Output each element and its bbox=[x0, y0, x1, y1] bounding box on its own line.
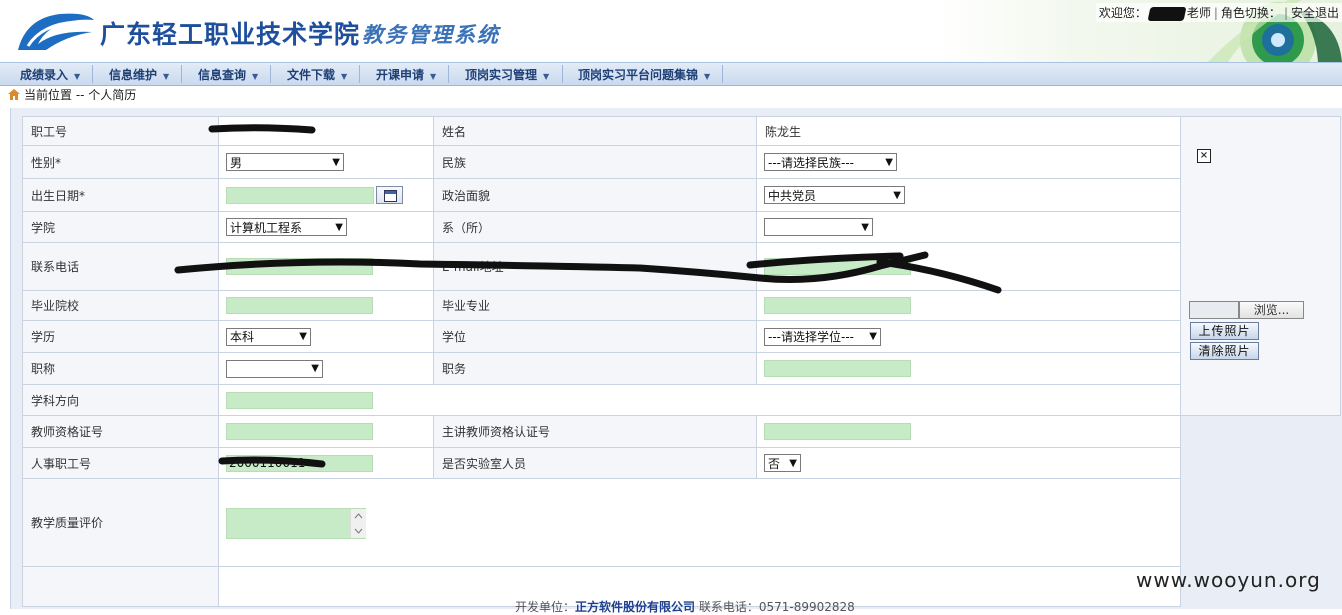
calendar-icon[interactable] bbox=[376, 186, 403, 204]
birth-date-input[interactable] bbox=[226, 186, 374, 204]
nav-item-grade-entry[interactable]: 成绩录入 ▼ bbox=[20, 66, 80, 84]
eval-label: 教学质量评价 bbox=[22, 478, 219, 567]
post-label: 职务 bbox=[433, 352, 757, 385]
subject-input[interactable] bbox=[226, 391, 373, 409]
nav-item-info-query[interactable]: 信息查询 ▼ bbox=[198, 66, 258, 84]
school-logo-icon bbox=[18, 13, 94, 51]
chevron-down-icon: ▼ bbox=[252, 72, 259, 81]
degree-select[interactable]: ---请选择学位--- ▼ bbox=[764, 327, 881, 346]
chevron-down-icon: ▼ bbox=[299, 331, 307, 342]
photo-blank bbox=[1180, 415, 1341, 448]
broken-image-icon: × bbox=[1197, 149, 1211, 163]
chevron-down-icon: ▼ bbox=[543, 72, 550, 81]
chevron-down-icon: ▼ bbox=[861, 221, 869, 233]
chevron-down-icon: ▼ bbox=[341, 72, 348, 81]
watermark: www.wooyun.org bbox=[1136, 568, 1321, 592]
lab-staff-select[interactable]: 否 ▼ bbox=[764, 454, 801, 472]
chevron-down-icon: ▼ bbox=[885, 156, 893, 168]
chevron-down-icon: ▼ bbox=[430, 72, 437, 81]
ethnic-select[interactable]: ---请选择民族--- ▼ bbox=[764, 153, 897, 171]
chevron-down-icon: ▼ bbox=[311, 363, 319, 374]
chevron-down-icon: ▼ bbox=[163, 72, 170, 81]
birth-label: 出生日期* bbox=[22, 178, 219, 212]
subject-label: 学科方向 bbox=[22, 384, 219, 416]
title-select[interactable]: ▼ bbox=[226, 359, 323, 378]
welcome-text: 欢迎您： bbox=[1098, 6, 1147, 20]
nav-item-file-download[interactable]: 文件下载 ▼ bbox=[287, 66, 347, 84]
political-label: 政治面貌 bbox=[433, 178, 757, 212]
lab-staff-label: 是否实验室人员 bbox=[433, 447, 757, 479]
footer: 开发单位：正方软件股份有限公司 联系电话：0571-89902828 bbox=[515, 598, 855, 615]
nav-item-course-apply[interactable]: 开课申请 ▼ bbox=[376, 66, 436, 84]
post-input[interactable] bbox=[764, 360, 911, 377]
graduate-major-input[interactable] bbox=[764, 297, 911, 314]
name-label: 姓名 bbox=[433, 116, 757, 146]
page-header: 广东轻工职业技术学院 教务管理系统 欢迎您： 老师 | 角色切换： | 安全退出 bbox=[0, 0, 1342, 62]
footer-phone: 联系电话：0571-89902828 bbox=[698, 600, 855, 614]
phone-input[interactable] bbox=[226, 258, 373, 275]
nav-item-info-maintain[interactable]: 信息维护 ▼ bbox=[109, 66, 169, 84]
lecturer-cert-label: 主讲教师资格认证号 bbox=[433, 415, 757, 448]
graduate-major-label: 毕业专业 bbox=[433, 290, 757, 321]
cert-label: 教师资格证号 bbox=[22, 415, 219, 448]
chevron-down-icon: ▼ bbox=[704, 72, 711, 81]
user-toolbar: 欢迎您： 老师 | 角色切换： | 安全退出 bbox=[1095, 3, 1342, 22]
email-input[interactable] bbox=[764, 258, 911, 275]
profile-form: 职工号 姓名 陈龙生 性别* 男 ▼ 民族 ---请选择民族--- ▼ 出生日期* … bbox=[22, 116, 1341, 607]
phone-label: 联系电话 bbox=[22, 242, 219, 291]
gender-select[interactable]: 男 ▼ bbox=[226, 153, 344, 171]
title-label: 职称 bbox=[22, 352, 219, 385]
hr-no-label: 人事职工号 bbox=[22, 447, 219, 479]
staff-no-value bbox=[218, 116, 434, 146]
cert-input[interactable] bbox=[226, 423, 373, 440]
staff-no-label: 职工号 bbox=[22, 116, 219, 146]
home-icon bbox=[8, 89, 20, 100]
file-path-input[interactable] bbox=[1189, 301, 1239, 319]
teaching-eval-textarea[interactable] bbox=[226, 508, 366, 539]
clear-photo-button[interactable]: 清除照片 bbox=[1190, 342, 1259, 360]
chevron-down-icon: ▼ bbox=[789, 457, 797, 469]
role-switch-link[interactable]: 角色切换： bbox=[1221, 6, 1281, 20]
graduate-school-label: 毕业院校 bbox=[22, 290, 219, 321]
breadcrumb: 当前位置 -- 个人简历 bbox=[8, 86, 136, 103]
school-name: 广东轻工职业技术学院 bbox=[100, 20, 361, 49]
textarea-scrollbar[interactable] bbox=[350, 509, 366, 538]
nav-item-internship-manage[interactable]: 顶岗实习管理 ▼ bbox=[465, 66, 549, 84]
redacted-name bbox=[1147, 6, 1187, 21]
degree-label: 学位 bbox=[433, 320, 757, 353]
chevron-down-icon: ▼ bbox=[335, 221, 343, 233]
footer-company-link[interactable]: 正方软件股份有限公司 bbox=[575, 600, 695, 614]
chevron-down-icon: ▼ bbox=[893, 189, 901, 201]
chevron-down-icon: ▼ bbox=[74, 72, 81, 81]
hr-no-input[interactable]: 2000110011 bbox=[226, 454, 373, 472]
dept-select[interactable]: ▼ bbox=[764, 218, 873, 236]
chevron-down-icon: ▼ bbox=[332, 156, 340, 168]
upload-photo-button[interactable]: 上传照片 bbox=[1190, 322, 1259, 340]
political-select[interactable]: 中共党员 ▼ bbox=[764, 186, 905, 204]
gender-label: 性别* bbox=[22, 145, 219, 179]
logout-link[interactable]: 安全退出 bbox=[1291, 6, 1339, 20]
system-name: 教务管理系统 bbox=[362, 23, 500, 47]
education-select[interactable]: 本科 ▼ bbox=[226, 327, 311, 346]
name-value: 陈龙生 bbox=[756, 116, 1181, 146]
main-nav: 成绩录入 ▼ 信息维护 ▼ 信息查询 ▼ 文件下载 ▼ 开课申请 ▼ 顶岗实习管理 ▼ 顶岗… bbox=[0, 62, 1342, 86]
college-select[interactable]: 计算机工程系 ▼ bbox=[226, 218, 347, 236]
education-label: 学历 bbox=[22, 320, 219, 353]
user-suffix: 老师 bbox=[1186, 6, 1211, 20]
browse-button[interactable]: 浏览... bbox=[1239, 301, 1304, 319]
lecturer-cert-input[interactable] bbox=[764, 423, 911, 440]
ethnic-label: 民族 bbox=[433, 145, 757, 179]
nav-item-internship-faq[interactable]: 顶岗实习平台问题集锦 ▼ bbox=[578, 66, 710, 84]
footer-dev-label: 开发单位： bbox=[515, 600, 576, 614]
chevron-down-icon: ▼ bbox=[869, 331, 877, 342]
email-label: E-mail地址 bbox=[433, 242, 757, 291]
graduate-school-input[interactable] bbox=[226, 297, 373, 314]
college-label: 学院 bbox=[22, 211, 219, 243]
dept-label: 系（所） bbox=[433, 211, 757, 243]
